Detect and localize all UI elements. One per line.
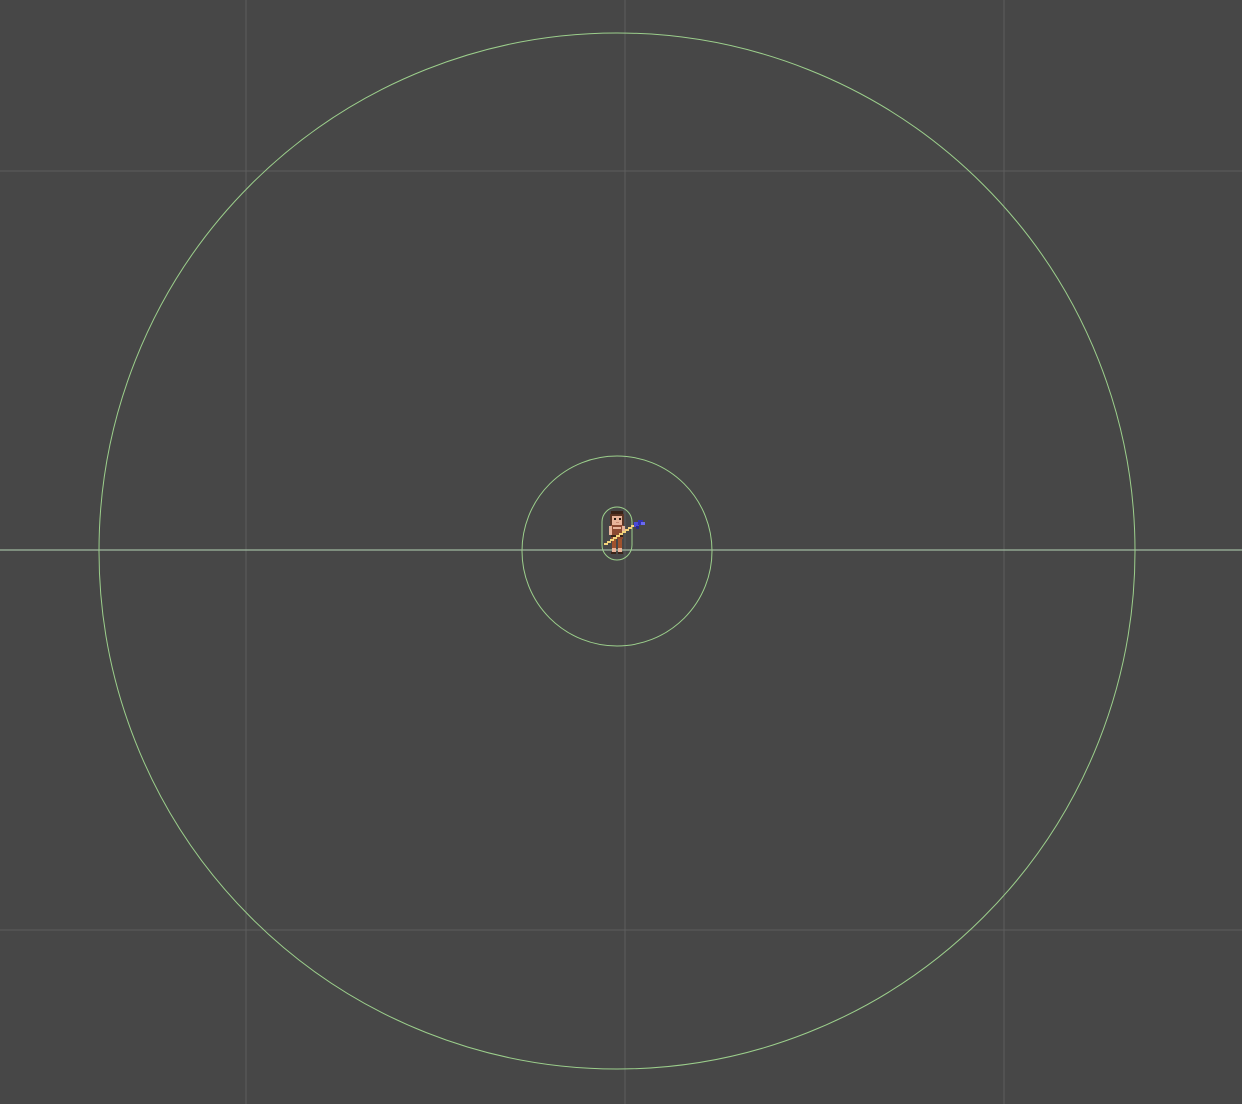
- scene-view[interactable]: [0, 0, 1242, 1104]
- outer-range-gizmo[interactable]: [98, 32, 1136, 1070]
- scene-canvas[interactable]: [0, 0, 1242, 1104]
- inner-range-gizmo[interactable]: [521, 455, 713, 647]
